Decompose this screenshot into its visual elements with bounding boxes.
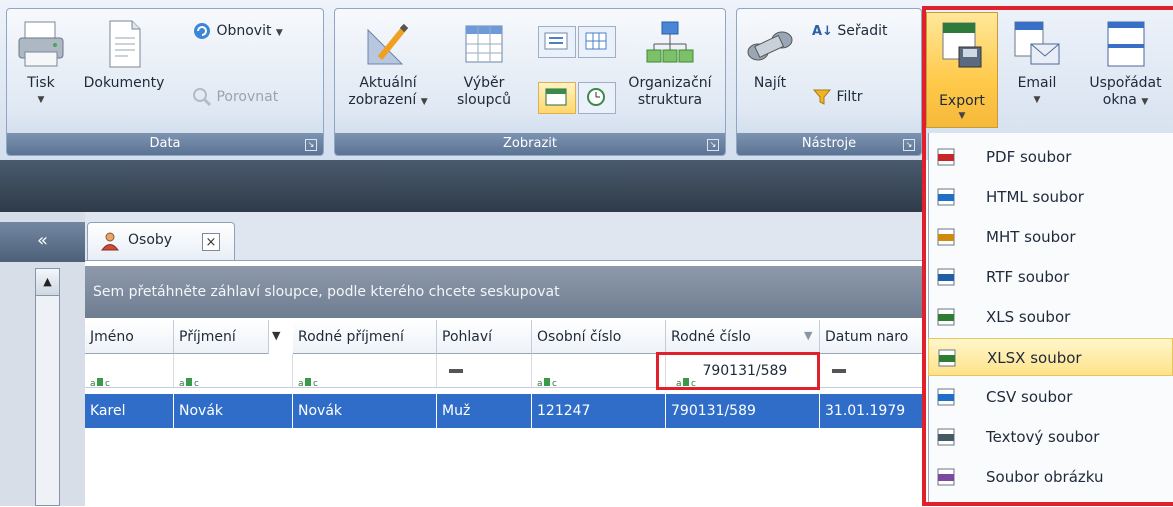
column-chooser-label-1: Výběr [463, 75, 505, 91]
column-header-rodne-cislo[interactable]: Rodné číslo [666, 320, 820, 354]
contains-filter-icon: ac [537, 366, 559, 387]
column-header-jmeno[interactable]: Jméno [85, 320, 174, 354]
compare-icon [193, 88, 212, 107]
current-view-label-1: Aktuální [359, 75, 417, 91]
dialog-launcher-icon[interactable]: ↘ [903, 139, 915, 151]
print-button[interactable]: Tisk ▼ [12, 18, 70, 124]
org-structure-label-1: Organizační [628, 75, 712, 91]
compare-button[interactable]: Porovnat [192, 86, 278, 108]
table-cell[interactable]: Karel [85, 394, 174, 428]
sort-label: Seřadit [837, 23, 888, 39]
column-header-prijmeni[interactable]: Příjmení [174, 320, 269, 354]
contains-filter-icon: ac [179, 366, 201, 387]
dialog-launcher-icon[interactable]: ↘ [707, 139, 719, 151]
binoculars-icon [747, 31, 793, 61]
column-header-rodne-prijmeni[interactable]: Rodné příjmení [293, 320, 437, 354]
sort-az-icon: A↓ [812, 24, 833, 39]
find-button[interactable]: Najít [740, 18, 800, 124]
contains-filter-icon: ac [90, 366, 112, 387]
contains-filter-icon: ac [298, 366, 320, 387]
highlight-box [656, 352, 820, 390]
column-header-datum-narozeni[interactable]: Datum naro [820, 320, 925, 354]
grid-view-icon [585, 32, 607, 50]
filter-cell[interactable]: ac [532, 354, 666, 388]
table-columns-icon [465, 25, 503, 63]
filter-cell[interactable]: ac [293, 354, 437, 388]
filter-cell[interactable] [820, 354, 925, 388]
current-view-label-2: zobrazení [348, 92, 417, 108]
title-band [0, 160, 925, 212]
equals-filter-icon [449, 369, 463, 373]
close-icon[interactable]: × [202, 233, 220, 251]
svg-text:a: a [90, 379, 96, 387]
ribbon-group-title: Data [7, 133, 323, 155]
org-structure-label-2: struktura [637, 92, 703, 108]
tab-label: Osoby [128, 232, 173, 248]
filter-cell[interactable]: ac [174, 354, 293, 388]
refresh-icon [194, 23, 210, 39]
svg-text:c: c [313, 379, 318, 387]
filter-cell[interactable]: ac [85, 354, 174, 388]
find-label: Najít [753, 75, 787, 91]
table-cell[interactable]: 790131/589 [666, 394, 820, 428]
table-cell[interactable]: 31.01.1979 [820, 394, 925, 428]
chevron-down-icon: ▼ [420, 97, 428, 107]
org-structure-button[interactable]: Organizační struktura [620, 18, 720, 138]
equals-filter-icon [832, 369, 846, 373]
view-toggle-button-4[interactable] [578, 82, 616, 114]
sort-button[interactable]: A↓ Seřadit [812, 20, 888, 43]
svg-text:c: c [552, 379, 557, 387]
svg-text:c: c [105, 379, 110, 387]
refresh-label: Obnovit [216, 23, 272, 39]
documents-button[interactable]: Dokumenty [76, 18, 172, 124]
highlight-box [922, 6, 1173, 506]
column-chooser-button[interactable]: Výběr sloupců [448, 18, 520, 138]
current-view-button[interactable]: Aktuální zobrazení ▼ [340, 18, 436, 138]
vertical-scrollbar[interactable]: ▲ [35, 268, 60, 506]
print-label: Tisk [27, 75, 55, 91]
ribbon-group-title: Nástroje [737, 133, 921, 155]
filter-button[interactable]: Filtr [812, 86, 863, 108]
card-view-icon [545, 88, 567, 106]
table-cell[interactable]: Novák [174, 394, 293, 428]
chevron-down-icon: ▼ [37, 95, 45, 105]
view-toggle-button-1[interactable] [538, 26, 576, 58]
filter-funnel-icon[interactable]: ▼ [272, 329, 280, 342]
column-header-pohlavi[interactable]: Pohlaví [437, 320, 532, 354]
filter-funnel-icon[interactable]: ▼ [804, 329, 812, 342]
view-edit-icon [367, 23, 409, 65]
documents-label: Dokumenty [83, 75, 165, 91]
svg-text:c: c [194, 379, 199, 387]
filter-funnel-icon [812, 89, 832, 105]
printer-icon [18, 21, 64, 67]
collapse-sidebar-button[interactable]: « [0, 222, 85, 262]
table-cell[interactable]: 121247 [532, 394, 666, 428]
filter-label: Filtr [836, 89, 863, 105]
chevron-down-icon: ▼ [275, 28, 283, 38]
table-cell[interactable]: Novák [293, 394, 437, 428]
tab-osoby[interactable]: Osoby × [87, 222, 235, 260]
group-by-panel[interactable]: Sem přetáhněte záhlaví sloupce, podle kt… [85, 266, 925, 318]
view-toggle-button-3[interactable] [538, 82, 576, 114]
scroll-up-icon[interactable]: ▲ [36, 269, 59, 296]
view-toggle-button-2[interactable] [578, 26, 616, 58]
refresh-button[interactable]: Obnovit ▼ [192, 20, 283, 44]
column-header-osobni-cislo[interactable]: Osobní číslo [532, 320, 666, 354]
table-cell[interactable]: Muž [437, 394, 532, 428]
svg-text:a: a [179, 379, 185, 387]
clock-icon [587, 88, 605, 106]
svg-text:a: a [298, 379, 304, 387]
compare-label: Porovnat [216, 89, 279, 105]
org-chart-icon [646, 21, 694, 63]
column-chooser-label-2: sloupců [456, 92, 512, 108]
list-view-icon [544, 32, 568, 50]
person-icon [101, 232, 119, 251]
dialog-launcher-icon[interactable]: ↘ [305, 139, 317, 151]
filter-cell[interactable] [437, 354, 532, 388]
document-icon [109, 20, 141, 68]
svg-text:a: a [537, 379, 543, 387]
